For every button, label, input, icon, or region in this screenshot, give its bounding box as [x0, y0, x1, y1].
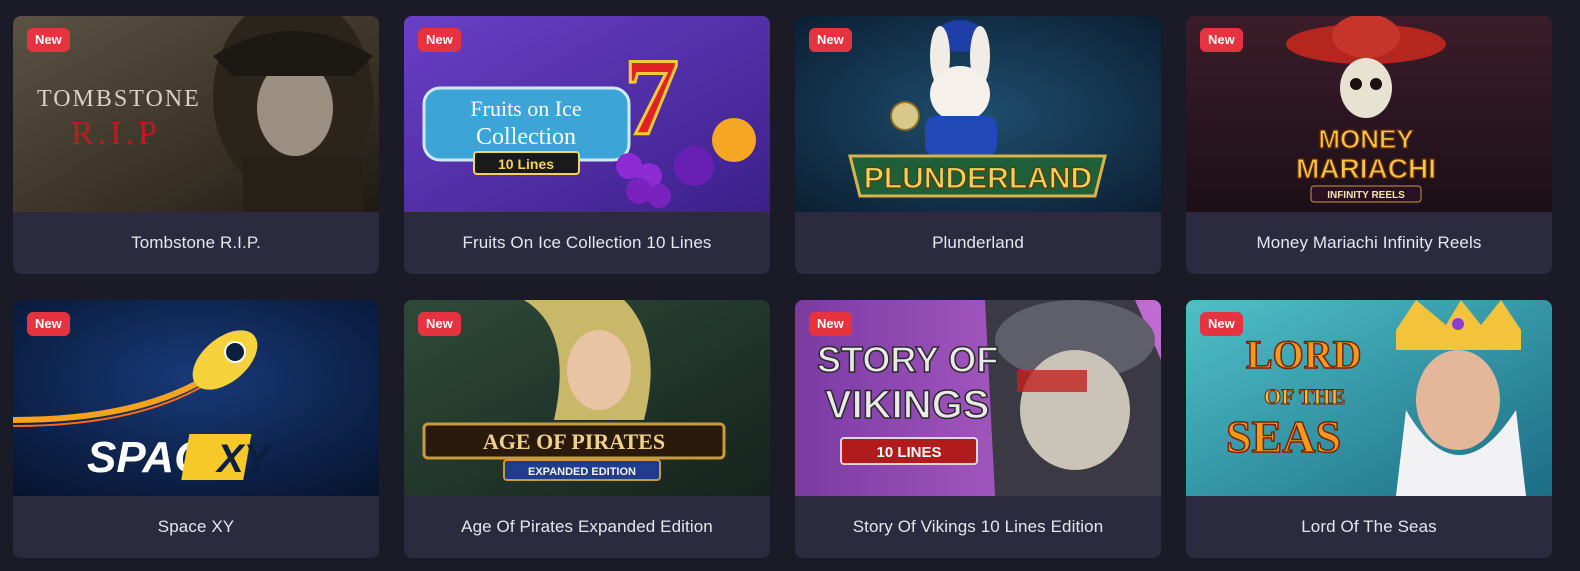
- art-text-3: SEAS: [1226, 411, 1341, 462]
- game-thumbnail[interactable]: MONEY MARIACHI INFINITY REELS New: [1186, 16, 1552, 212]
- art-text-1: AGE OF PIRATES: [483, 429, 665, 454]
- game-card-lord-of-the-seas[interactable]: LORD OF THE SEAS New Lord Of The Seas: [1186, 300, 1552, 558]
- game-card-plunderland[interactable]: PLUNDERLAND New Plunderland: [795, 16, 1161, 274]
- game-card-fruits-on-ice[interactable]: Fruits on Ice Collection 10 Lines 7 New …: [404, 16, 770, 274]
- game-thumbnail[interactable]: LORD OF THE SEAS New: [1186, 300, 1552, 496]
- art-text-3: 10 Lines: [498, 156, 554, 172]
- game-card-story-of-vikings[interactable]: STORY OF VIKINGS 10 LINES New Story Of V…: [795, 300, 1161, 558]
- game-thumbnail[interactable]: AGE OF PIRATES EXPANDED EDITION New: [404, 300, 770, 496]
- new-badge: New: [418, 312, 461, 336]
- new-badge: New: [27, 312, 70, 336]
- new-badge: New: [27, 28, 70, 52]
- art-text-2: OF THE: [1264, 384, 1345, 409]
- game-title[interactable]: Fruits On Ice Collection 10 Lines: [404, 212, 770, 274]
- game-thumbnail[interactable]: SPACE XY New: [13, 300, 379, 496]
- art-text-3: INFINITY REELS: [1327, 190, 1405, 201]
- game-card-tombstone-rip[interactable]: TOMBSTONE R.I.P New Tombstone R.I.P.: [13, 16, 379, 274]
- game-title[interactable]: Money Mariachi Infinity Reels: [1186, 212, 1552, 274]
- game-title[interactable]: Age Of Pirates Expanded Edition: [404, 496, 770, 558]
- game-card-space-xy[interactable]: SPACE XY New Space XY: [13, 300, 379, 558]
- game-title[interactable]: Lord Of The Seas: [1186, 496, 1552, 558]
- art-text-1: STORY OF: [817, 339, 998, 380]
- art-text-2: Collection: [476, 124, 576, 150]
- seven-icon: 7: [624, 36, 679, 158]
- new-badge: New: [809, 28, 852, 52]
- new-badge: New: [1200, 312, 1243, 336]
- game-card-money-mariachi[interactable]: MONEY MARIACHI INFINITY REELS New Money …: [1186, 16, 1552, 274]
- art-text-1: PLUNDERLAND: [864, 162, 1092, 195]
- game-thumbnail[interactable]: Fruits on Ice Collection 10 Lines 7 New: [404, 16, 770, 212]
- new-badge: New: [418, 28, 461, 52]
- art-text-1: TOMBSTONE: [37, 86, 201, 112]
- new-badge: New: [1200, 28, 1243, 52]
- art-text-3: 10 LINES: [876, 444, 941, 461]
- game-title[interactable]: Story Of Vikings 10 Lines Edition: [795, 496, 1161, 558]
- game-card-age-of-pirates[interactable]: AGE OF PIRATES EXPANDED EDITION New Age …: [404, 300, 770, 558]
- game-grid: TOMBSTONE R.I.P New Tombstone R.I.P. Fru…: [0, 0, 1580, 571]
- game-thumbnail[interactable]: STORY OF VIKINGS 10 LINES New: [795, 300, 1161, 496]
- game-title[interactable]: Plunderland: [795, 212, 1161, 274]
- art-text-2: XY: [215, 437, 274, 481]
- game-title[interactable]: Tombstone R.I.P.: [13, 212, 379, 274]
- new-badge: New: [809, 312, 852, 336]
- art-text-2: VIKINGS: [825, 383, 989, 427]
- art-text-1: LORD: [1246, 332, 1362, 377]
- art-text-1: Fruits on Ice: [470, 96, 581, 121]
- art-text-2: MARIACHI: [1296, 153, 1436, 184]
- art-text-2: R.I.P: [71, 115, 161, 152]
- game-title[interactable]: Space XY: [13, 496, 379, 558]
- art-text-1: MONEY: [1318, 124, 1413, 154]
- art-text-2: EXPANDED EDITION: [528, 466, 636, 478]
- game-thumbnail[interactable]: PLUNDERLAND New: [795, 16, 1161, 212]
- game-thumbnail[interactable]: TOMBSTONE R.I.P New: [13, 16, 379, 212]
